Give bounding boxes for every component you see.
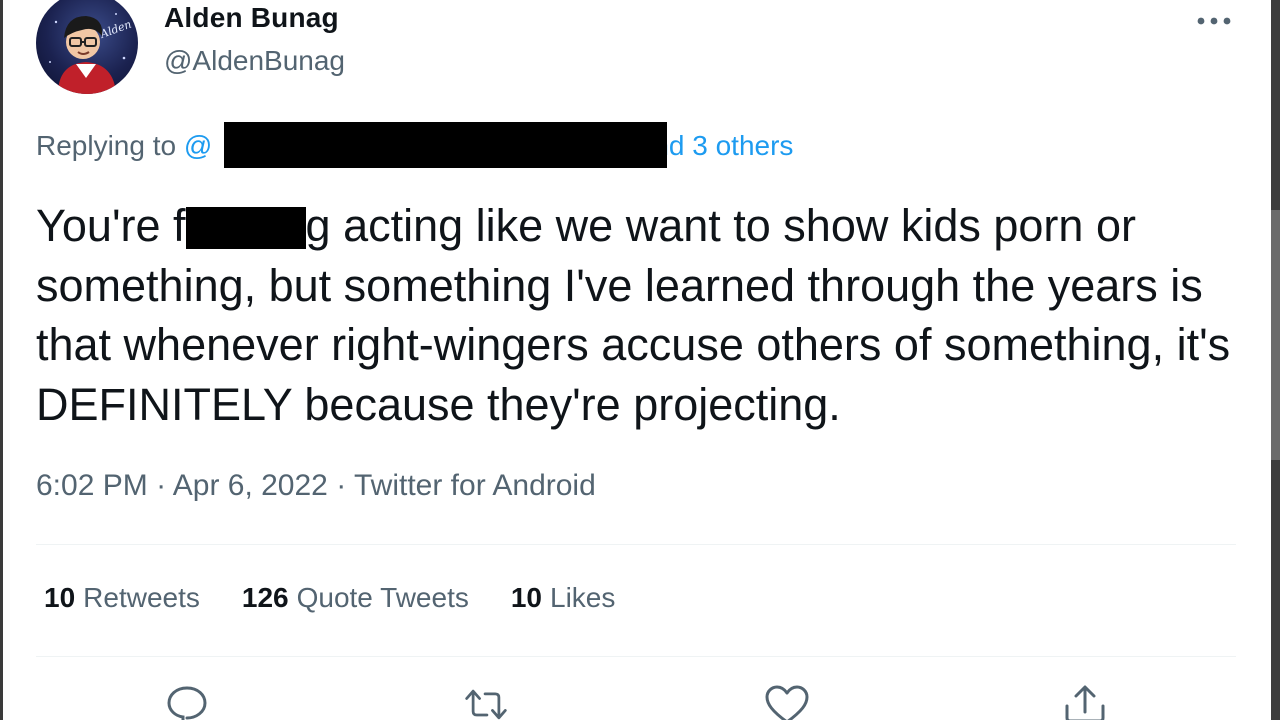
divider-top (36, 544, 1236, 545)
likes-label: Likes (550, 582, 616, 613)
window-frame-scroll-edge (1271, 210, 1280, 460)
quote-tweets-stat[interactable]: 126 Quote Tweets (242, 582, 469, 614)
tweet-text-part1: You're f (36, 200, 186, 251)
reply-mention-start[interactable]: @ (184, 130, 212, 161)
share-button[interactable] (1062, 684, 1108, 720)
redaction-bar (224, 122, 667, 168)
meta-separator: · (327, 469, 354, 502)
author-handle[interactable]: @AldenBunag (164, 45, 345, 77)
like-icon (765, 685, 809, 720)
reply-button[interactable] (164, 684, 210, 720)
more-horizontal-icon (1197, 17, 1231, 25)
likes-stat[interactable]: 10 Likes (511, 582, 616, 614)
inline-redaction (185, 207, 306, 249)
reply-icon (167, 686, 207, 720)
retweets-count: 10 (44, 582, 76, 613)
retweets-stat[interactable]: 10 Retweets (44, 582, 200, 614)
tweet-source[interactable]: Twitter for Android (354, 469, 596, 502)
retweet-button[interactable] (463, 684, 509, 720)
avatar-image: Alden (49, 13, 134, 94)
more-options-button[interactable] (1192, 6, 1236, 36)
quote-tweets-label: Quote Tweets (296, 582, 469, 613)
tweet-date[interactable]: Apr 6, 2022 (173, 469, 328, 502)
retweet-icon (465, 689, 507, 720)
reply-mention-end[interactable]: nd 3 others (653, 130, 793, 161)
avatar[interactable]: Alden (36, 0, 138, 94)
window-frame-left (0, 0, 3, 720)
quote-tweets-count: 126 (241, 582, 289, 613)
tweet-stats: 10 Retweets 126 Quote Tweets 10 Likes (44, 582, 657, 614)
retweets-label: Retweets (83, 582, 200, 613)
meta-separator: · (147, 469, 173, 502)
likes-count: 10 (510, 582, 543, 613)
tweet-time[interactable]: 6:02 PM (36, 469, 148, 502)
tweet-meta: 6:02 PM · Apr 6, 2022 · Twitter for Andr… (36, 469, 596, 503)
replying-to-label: Replying to (36, 130, 184, 161)
avatar-signature: Alden (98, 18, 134, 42)
tweet-text: You're fg acting like we want to show ki… (36, 196, 1246, 434)
author-name[interactable]: Alden Bunag (164, 2, 339, 34)
like-button[interactable] (764, 684, 810, 720)
divider-bottom (36, 656, 1236, 657)
share-icon (1065, 685, 1105, 720)
